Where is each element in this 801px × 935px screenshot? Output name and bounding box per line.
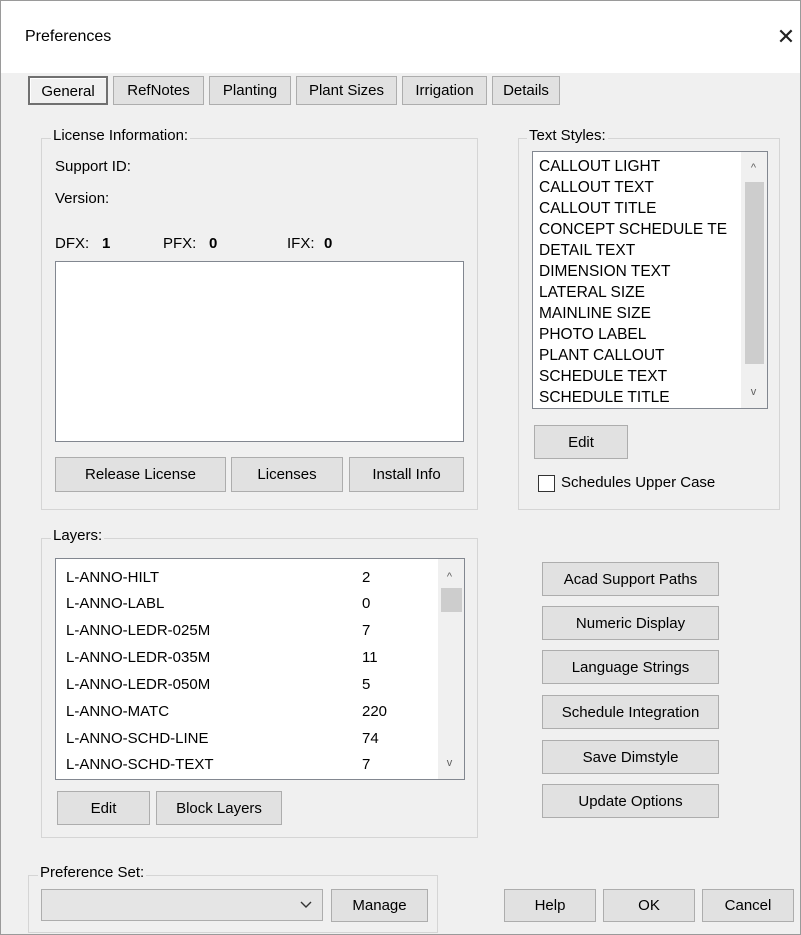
window-title: Preferences [25, 28, 112, 45]
close-icon[interactable]: ✕ [771, 19, 801, 55]
ifx-value: 0 [324, 235, 333, 252]
pfx-value: 0 [209, 235, 218, 252]
text-style-item[interactable]: LATERAL SIZE [539, 282, 645, 303]
layer-count: 7 [362, 622, 371, 639]
text-style-item[interactable]: CALLOUT TITLE [539, 198, 656, 219]
layers-edit-button[interactable]: Edit [57, 791, 150, 825]
support-id-label: Support ID: [55, 158, 131, 175]
text-style-item[interactable]: CONCEPT SCHEDULE TE [539, 219, 727, 240]
layer-count: 11 [362, 649, 378, 666]
ok-button[interactable]: OK [603, 889, 695, 922]
title-bar: Preferences ✕ [1, 1, 800, 73]
text-styles-legend: Text Styles: [527, 127, 608, 144]
license-text-area[interactable] [55, 261, 464, 442]
text-style-item[interactable]: DETAIL TEXT [539, 240, 635, 261]
layer-name[interactable]: L-ANNO-LEDR-035M [66, 649, 210, 666]
scroll-thumb[interactable] [441, 588, 462, 612]
layer-name[interactable]: L-ANNO-SCHD-TEXT [66, 756, 214, 773]
pfx-label: PFX: [163, 235, 197, 252]
layer-name[interactable]: L-ANNO-SCHD-LINE [66, 730, 209, 747]
block-layers-button[interactable]: Block Layers [156, 791, 282, 825]
dfx-label: DFX: [55, 235, 90, 252]
layers-list[interactable]: L-ANNO-HILT 2 L-ANNO-LABL 0 L-ANNO-LEDR-… [55, 558, 465, 780]
layer-name[interactable]: L-ANNO-MATC [66, 703, 169, 720]
tab-plant-sizes[interactable]: Plant Sizes [296, 76, 397, 105]
dfx-value: 1 [102, 235, 111, 252]
ifx-label: IFX: [287, 235, 315, 252]
save-dimstyle-button[interactable]: Save Dimstyle [542, 740, 719, 774]
license-info-legend: License Information: [51, 127, 191, 144]
preference-set-legend: Preference Set: [38, 864, 147, 881]
text-style-item[interactable]: CALLOUT LIGHT [539, 156, 660, 177]
licenses-button[interactable]: Licenses [231, 457, 343, 492]
text-style-item[interactable]: DIMENSION TEXT [539, 261, 670, 282]
text-style-item[interactable]: SCHEDULE TITLE [539, 387, 670, 408]
manage-button[interactable]: Manage [331, 889, 428, 922]
text-style-edit-button[interactable]: Edit [534, 425, 628, 459]
schedules-upper-case-label: Schedules Upper Case [561, 474, 716, 491]
layer-name[interactable]: L-ANNO-LABL [66, 595, 164, 612]
schedule-integration-button[interactable]: Schedule Integration [542, 695, 719, 729]
scroll-up-icon[interactable]: ^ [745, 160, 762, 177]
layers-legend: Layers: [51, 527, 105, 544]
version-label: Version: [55, 190, 110, 207]
release-license-button[interactable]: Release License [55, 457, 226, 492]
text-style-item[interactable]: MAINLINE SIZE [539, 303, 651, 324]
layer-count: 220 [362, 703, 388, 720]
preference-set-dropdown[interactable] [41, 889, 323, 921]
layer-count: 5 [362, 676, 371, 693]
help-button[interactable]: Help [504, 889, 596, 922]
layer-name[interactable]: L-ANNO-LEDR-025M [66, 622, 210, 639]
scroll-thumb[interactable] [745, 182, 764, 364]
layer-count: 7 [362, 756, 371, 773]
text-style-item[interactable]: PLANT CALLOUT [539, 345, 664, 366]
cancel-button[interactable]: Cancel [702, 889, 794, 922]
layers-scrollbar[interactable]: ^ v [438, 559, 464, 779]
text-styles-list[interactable]: CALLOUT LIGHT CALLOUT TEXT CALLOUT TITLE… [532, 151, 768, 409]
layer-count: 0 [362, 595, 371, 612]
layer-count: 74 [362, 730, 379, 747]
layer-count: 2 [362, 569, 371, 586]
layer-name[interactable]: L-ANNO-HILT [66, 569, 159, 586]
acad-support-paths-button[interactable]: Acad Support Paths [542, 562, 719, 596]
schedules-upper-case-checkbox[interactable] [538, 475, 555, 492]
tab-details[interactable]: Details [492, 76, 560, 105]
chevron-down-icon[interactable] [300, 901, 312, 909]
text-style-item[interactable]: SCHEDULE TEXT [539, 366, 667, 387]
scroll-down-icon[interactable]: v [441, 755, 458, 772]
text-style-item[interactable]: PHOTO LABEL [539, 324, 646, 345]
text-styles-scrollbar[interactable]: ^ v [741, 152, 767, 408]
text-style-item[interactable]: CALLOUT TEXT [539, 177, 654, 198]
tab-irrigation[interactable]: Irrigation [402, 76, 487, 105]
language-strings-button[interactable]: Language Strings [542, 650, 719, 684]
tab-refnotes[interactable]: RefNotes [113, 76, 204, 105]
preferences-dialog: Preferences ✕ General RefNotes Planting … [0, 0, 801, 935]
install-info-button[interactable]: Install Info [349, 457, 464, 492]
update-options-button[interactable]: Update Options [542, 784, 719, 818]
layer-name[interactable]: L-ANNO-LEDR-050M [66, 676, 210, 693]
scroll-up-icon[interactable]: ^ [441, 569, 458, 586]
tab-planting[interactable]: Planting [209, 76, 291, 105]
tab-general[interactable]: General [28, 76, 108, 105]
numeric-display-button[interactable]: Numeric Display [542, 606, 719, 640]
scroll-down-icon[interactable]: v [745, 384, 762, 401]
